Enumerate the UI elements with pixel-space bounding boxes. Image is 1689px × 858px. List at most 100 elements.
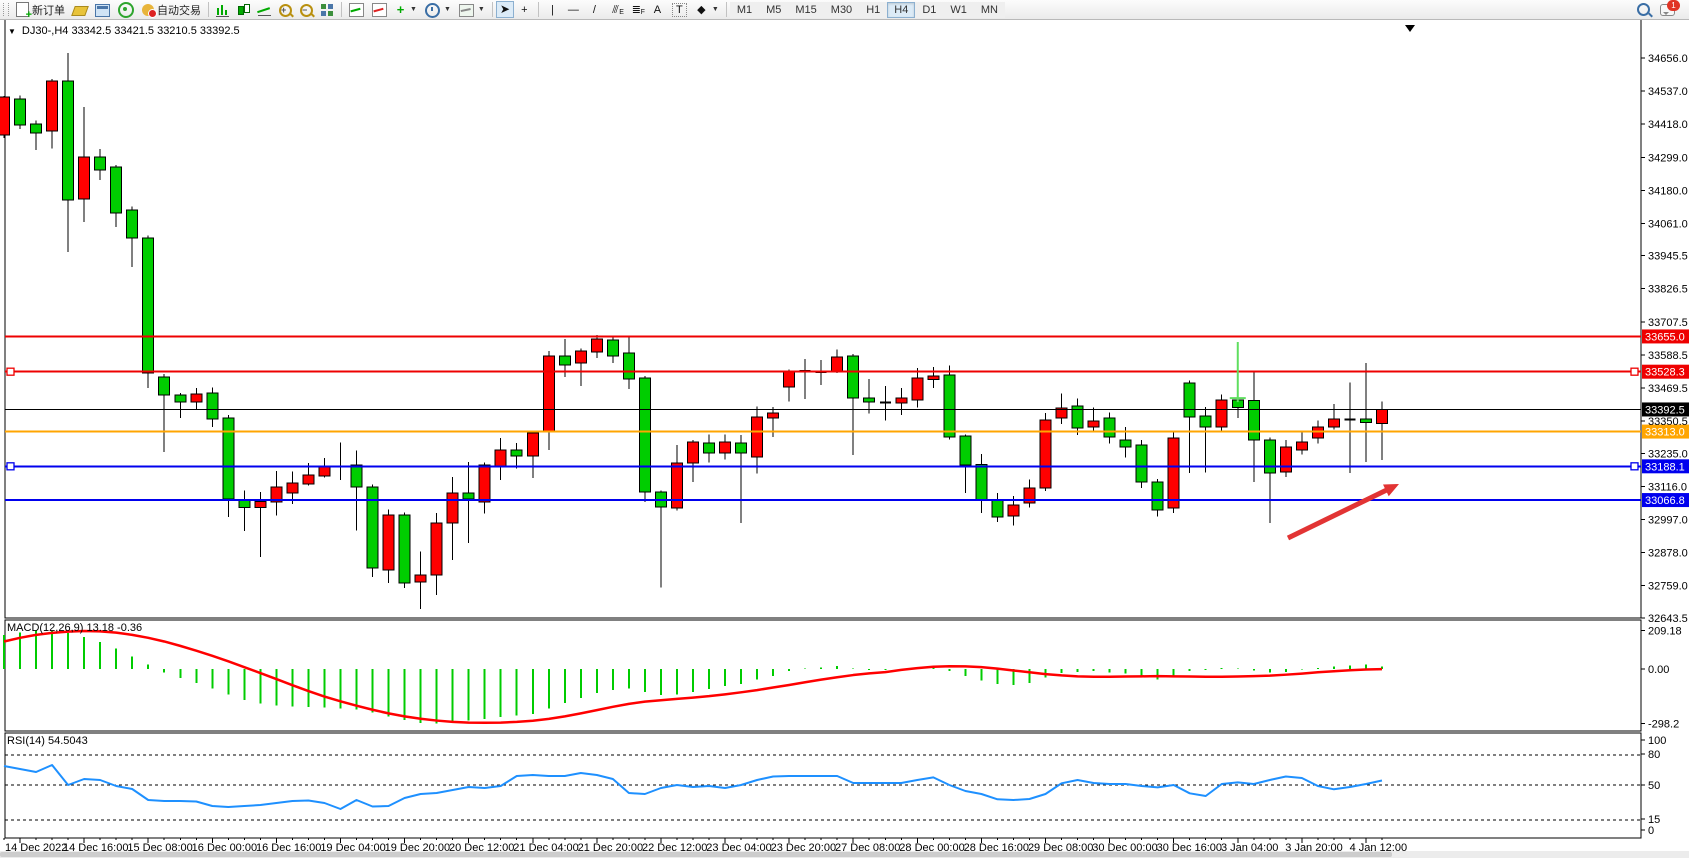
line-handle[interactable] [1631, 368, 1638, 375]
svg-text:33528.3: 33528.3 [1645, 367, 1685, 379]
trendline-icon: / [588, 3, 601, 17]
svg-text:34656.0: 34656.0 [1648, 53, 1688, 65]
cursor-button[interactable]: ➤ [496, 1, 514, 18]
search-icon[interactable] [1637, 3, 1650, 16]
svg-text:80: 80 [1648, 749, 1660, 761]
price-badge-33655.0[interactable]: 33655.0 [1642, 329, 1689, 343]
timeframe-h1-button[interactable]: H1 [859, 2, 887, 18]
timeframe-m15-button[interactable]: M15 [788, 2, 823, 18]
dropdown-caret-icon: ▼ [478, 6, 485, 13]
chart-title: ▼ DJ30-,H4 33342.5 33421.5 33210.5 33392… [8, 25, 240, 37]
toolbar-separator [726, 2, 727, 17]
svg-text:34299.0: 34299.0 [1648, 152, 1688, 164]
crosshair-icon: + [518, 3, 531, 17]
horizontal-line-button[interactable]: — [563, 1, 584, 18]
svg-text:34180.0: 34180.0 [1648, 185, 1688, 197]
dropdown-caret-icon: ▼ [444, 6, 451, 13]
notification-badge: 1 [1667, 0, 1680, 11]
add-indicator-button[interactable]: +▼ [391, 1, 421, 18]
toolbar-separator [208, 2, 209, 17]
chart-canvas[interactable]: 33655.0 33528.3 33313.0 33188.1 33066.8 33392… [0, 19, 1689, 858]
zoom-out-icon: − [300, 4, 313, 17]
chart-candles-button[interactable] [233, 1, 254, 18]
toolbar-grip[interactable] [3, 3, 9, 16]
chart-bars-button[interactable] [212, 1, 233, 18]
templates-button[interactable]: ▼ [455, 1, 489, 18]
tile-windows-icon [321, 4, 334, 16]
text-button[interactable]: A [647, 1, 668, 18]
horizontal-line-icon: — [567, 3, 580, 17]
svg-text:0.00: 0.00 [1648, 664, 1669, 676]
zoom-out-button[interactable]: − [296, 1, 317, 18]
line-handle[interactable] [1631, 463, 1638, 470]
svg-text:33655.0: 33655.0 [1645, 331, 1685, 343]
svg-text:34418.0: 34418.0 [1648, 119, 1688, 131]
dropdown-caret-icon: ▼ [712, 6, 719, 13]
toolbar-separator [538, 2, 539, 17]
price-badge-33188.1[interactable]: 33188.1 [1642, 459, 1689, 473]
price-badge-33066.8[interactable]: 33066.8 [1642, 493, 1689, 507]
svg-text:0: 0 [1648, 825, 1654, 837]
svg-text:33235.0: 33235.0 [1648, 448, 1688, 460]
notifications-icon[interactable]: 1 [1660, 4, 1675, 16]
add-indicator-icon: + [395, 3, 406, 17]
timeframe-w1-button[interactable]: W1 [943, 2, 974, 18]
svg-text:34537.0: 34537.0 [1648, 86, 1688, 98]
timeframe-mn-button[interactable]: MN [974, 2, 1005, 18]
line-handle[interactable] [7, 368, 14, 375]
clock-icon [425, 3, 440, 18]
svg-text:32759.0: 32759.0 [1648, 581, 1688, 593]
signal-icon [118, 2, 134, 18]
svg-text:50: 50 [1648, 780, 1660, 792]
line-handle[interactable] [7, 463, 14, 470]
price-badge-33528.3[interactable]: 33528.3 [1642, 365, 1689, 379]
crosshair-button[interactable]: + [514, 1, 535, 18]
toolbar-separator [341, 2, 342, 17]
auto-scroll-button[interactable] [345, 1, 368, 18]
horizontal-scrollbar[interactable] [0, 851, 1689, 858]
autotrade-icon [142, 4, 154, 16]
chart-shift-icon [372, 3, 387, 17]
current-price-badge[interactable]: 33392.5 [1642, 402, 1689, 416]
timeframe-m5-button[interactable]: M5 [759, 2, 788, 18]
zoom-in-button[interactable]: + [275, 1, 296, 18]
timeframe-h4-button[interactable]: H4 [887, 2, 915, 18]
arrows-button[interactable]: ◆▼ [691, 1, 723, 18]
svg-text:33945.5: 33945.5 [1648, 251, 1688, 263]
vertical-line-button[interactable]: | [542, 1, 563, 18]
svg-text:209.18: 209.18 [1648, 626, 1682, 638]
market-watch-button[interactable] [91, 1, 114, 18]
scrollbar-thumb[interactable] [0, 852, 1392, 857]
chart-ohlc-title: DJ30-,H4 33342.5 33421.5 33210.5 33392.5 [22, 25, 240, 37]
arrows-icon: ◆ [695, 3, 708, 17]
chart-line-button[interactable] [254, 1, 275, 18]
text-label-button[interactable]: T [668, 1, 691, 18]
periods-button[interactable]: ▼ [421, 1, 455, 18]
timeframe-m30-button[interactable]: M30 [824, 2, 859, 18]
collapse-triangle-icon[interactable]: ▼ [8, 27, 16, 36]
chart-shift-button[interactable] [368, 1, 391, 18]
svg-text:33392.5: 33392.5 [1645, 404, 1685, 416]
signals-button[interactable] [114, 1, 138, 18]
svg-text:100: 100 [1648, 735, 1666, 747]
autotrade-button[interactable]: 自动交易 [138, 1, 205, 18]
line-chart-icon [258, 3, 271, 16]
fibonacci-icon: ≣F [630, 3, 643, 17]
svg-text:33350.5: 33350.5 [1648, 416, 1688, 428]
text-icon: A [651, 3, 664, 17]
channel-button[interactable]: ⫻E [605, 1, 626, 18]
timeframe-d1-button[interactable]: D1 [915, 2, 943, 18]
tile-windows-button[interactable] [317, 1, 338, 18]
eraser-button[interactable] [69, 1, 91, 18]
trendline-button[interactable]: / [584, 1, 605, 18]
timeframe-m1-button[interactable]: M1 [730, 2, 759, 18]
auto-scroll-icon [349, 3, 364, 17]
cursor-icon: ➤ [500, 3, 510, 16]
vertical-line-icon: | [546, 3, 559, 17]
new-order-button[interactable]: 新订单 [12, 1, 69, 18]
svg-text:33313.0: 33313.0 [1645, 427, 1685, 439]
fibonacci-button[interactable]: ≣F [626, 1, 647, 18]
svg-text:33826.5: 33826.5 [1648, 284, 1688, 296]
new-order-icon [16, 2, 29, 17]
autotrade-label: 自动交易 [157, 2, 201, 18]
